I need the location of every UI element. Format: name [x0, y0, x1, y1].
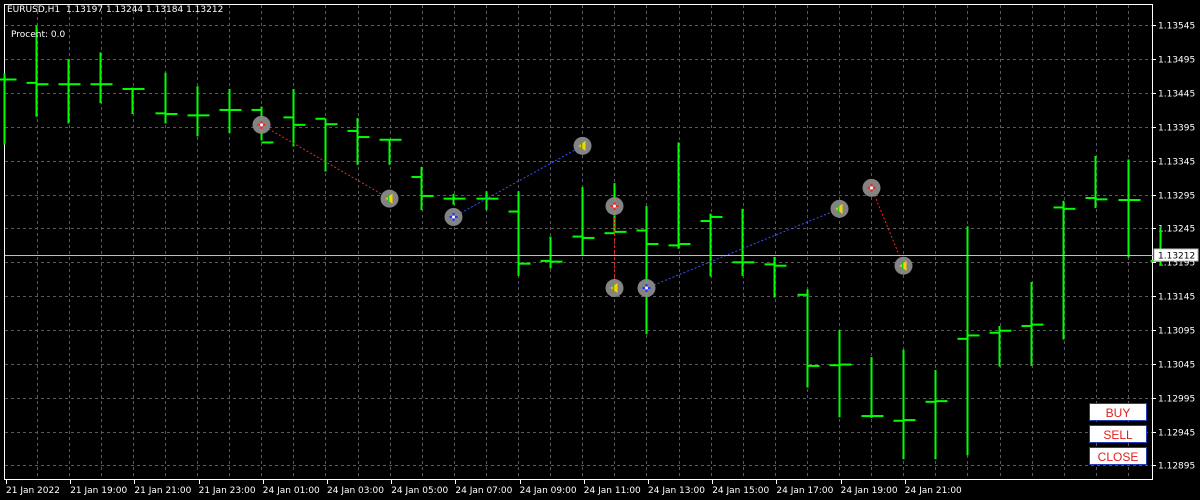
buy-marker[interactable]	[444, 207, 463, 226]
ohlc-bar	[347, 118, 370, 165]
ohlc-bar	[219, 88, 242, 133]
symbol-label: EURUSD,H1	[7, 5, 61, 15]
close-marker[interactable]	[894, 256, 913, 275]
price-tick-label: 1.13145	[1158, 293, 1195, 303]
time-tick-label: 24 Jan 09:00	[520, 486, 577, 496]
ohlc-bar	[636, 206, 659, 335]
time-tick-label: 24 Jan 11:00	[584, 486, 641, 496]
ohlc-bar	[187, 86, 210, 137]
time-tick-label: 21 Jan 2022	[6, 486, 60, 496]
price-tick-label: 1.12895	[1158, 462, 1195, 472]
marker-dot	[645, 286, 648, 290]
ohlc-bar	[1021, 281, 1044, 366]
ohlc-bar	[379, 138, 402, 165]
marker-dot	[452, 215, 455, 219]
ohlc-bar	[90, 52, 113, 104]
price-tick-label: 1.13295	[1158, 192, 1195, 202]
close-marker[interactable]	[573, 136, 592, 155]
sell-trade-line	[871, 187, 904, 266]
time-tick-label: 21 Jan 19:00	[70, 486, 127, 496]
buy-button[interactable]: BUY	[1089, 403, 1147, 421]
ohlc-bar	[122, 87, 145, 115]
ohlc-bar	[1053, 200, 1076, 340]
ohlc-bar	[508, 191, 531, 276]
time-tick-label: 24 Jan 21:00	[905, 486, 962, 496]
close-marker[interactable]	[830, 199, 849, 218]
ohlc-bar	[925, 369, 948, 460]
ohlc-bar	[476, 191, 499, 211]
ohlc-bar	[58, 59, 81, 124]
sell-button[interactable]: SELL	[1089, 425, 1147, 443]
ohlc-bar	[411, 166, 434, 211]
ohlc-bar	[861, 357, 884, 419]
ohlc-bar	[700, 213, 723, 277]
chart-header: EURUSD,H1 1.13197 1.13244 1.13184 1.1321…	[7, 5, 223, 15]
ohlc-bar	[540, 236, 563, 269]
ohlc-bar	[283, 88, 306, 147]
ohlc-bars	[0, 25, 1173, 460]
chart-grid	[5, 5, 1152, 479]
current-price-label: 1.13212	[1158, 252, 1195, 262]
price-tick-label: 1.13395	[1158, 124, 1195, 134]
price-tick-label: 1.13045	[1158, 361, 1195, 371]
sell-marker[interactable]	[605, 197, 624, 216]
ohlc-bar	[572, 187, 595, 256]
price-tick-label: 1.13095	[1158, 327, 1195, 337]
time-tick-label: 21 Jan 23:00	[199, 486, 256, 496]
ohlc-bar	[893, 349, 916, 460]
ohlc-bar	[957, 226, 980, 456]
ohlc-bar	[1085, 156, 1108, 209]
time-tick-label: 24 Jan 07:00	[455, 486, 512, 496]
ohlc-bar	[829, 330, 852, 418]
ohlc-bar	[315, 117, 338, 172]
time-tick-label: 24 Jan 03:00	[327, 486, 384, 496]
buy-marker[interactable]	[637, 279, 656, 298]
price-tick-label: 1.13445	[1158, 90, 1195, 100]
marker-dot	[613, 204, 616, 208]
marker-dot	[870, 186, 873, 190]
plot-border	[4, 4, 1153, 480]
time-tick-label: 24 Jan 05:00	[391, 486, 448, 496]
ohlc-bar	[155, 72, 178, 124]
price-tick-label: 1.12945	[1158, 429, 1195, 439]
time-tick-label: 24 Jan 15:00	[712, 486, 769, 496]
ohlc-bar	[1118, 159, 1141, 258]
ohlc-bar	[797, 289, 820, 388]
ohlc-bar	[989, 325, 1012, 367]
procent-label: Procent: 0.0	[11, 30, 66, 40]
ohlc-label: 1.13197 1.13244 1.13184 1.13212	[65, 5, 224, 15]
price-tick-label: 1.12995	[1158, 395, 1195, 405]
time-tick-label: 24 Jan 19:00	[841, 486, 898, 496]
price-tick-label: 1.13345	[1158, 158, 1195, 168]
ohlc-bar	[732, 208, 755, 276]
close-marker[interactable]	[380, 189, 399, 208]
sell-marker[interactable]	[862, 178, 881, 197]
time-tick-label: 24 Jan 13:00	[648, 486, 705, 496]
price-tick-label: 1.13245	[1158, 225, 1195, 235]
ohlc-bar	[0, 73, 17, 145]
close-button[interactable]: CLOSE	[1089, 447, 1147, 465]
time-axis: 21 Jan 2022 21 Jan 19:00 21 Jan 21:00 21 Ja…	[6, 480, 962, 496]
price-axis: 1.13545 1.13495 1.13445 1.13395 1.13345 1.132…	[1152, 22, 1195, 472]
time-tick-label: 24 Jan 17:00	[776, 486, 833, 496]
price-chart[interactable]: 1.13545 1.13495 1.13445 1.13395 1.13345 1.132…	[0, 0, 1200, 500]
close-marker[interactable]	[605, 279, 624, 298]
time-tick-label: 24 Jan 01:00	[263, 486, 320, 496]
sell-marker[interactable]	[252, 115, 271, 134]
time-tick-label: 21 Jan 21:00	[134, 486, 191, 496]
marker-dot	[260, 123, 263, 127]
price-tick-label: 1.13495	[1158, 56, 1195, 66]
price-tick-label: 1.13545	[1158, 22, 1195, 32]
